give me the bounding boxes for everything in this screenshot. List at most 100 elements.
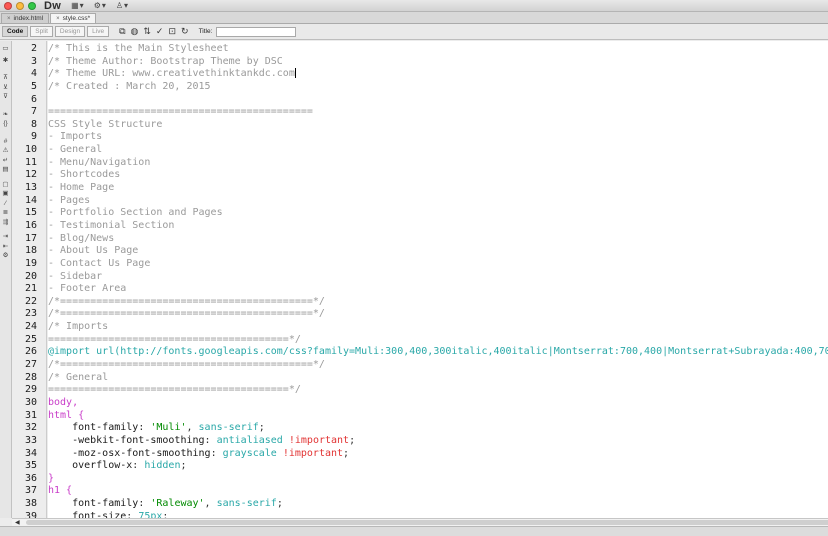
balance-braces-icon[interactable]: {} [0,120,11,128]
code-token: - Portfolio Section and Pages [48,207,223,219]
code-line[interactable]: - General [48,144,828,157]
open-documents-icon[interactable]: ▭ [0,45,11,53]
code-line[interactable]: @import url(http://fonts.googleapis.com/… [48,346,828,359]
coding-toolbar: ▭ ✱ ⊼ ⊻ ⊽ ❧ {} # ⚠ ↵ ▤ ▢ ▣ ⁄ ≣ ⇶ ⇥ ⇤ ⚙ [0,41,12,518]
code-token: ; [343,447,350,459]
close-icon[interactable]: × [7,16,11,22]
code-line[interactable]: /*======================================… [48,359,828,372]
settings-menu[interactable]: ⚙ ▾ [94,1,106,10]
code-line[interactable]: /* Created : March 20, 2015 [48,81,828,94]
code-line[interactable] [48,94,828,107]
code-line[interactable]: -webkit-font-smoothing: antialiased !imp… [48,435,828,448]
live-view-button[interactable]: Live [87,26,110,37]
word-wrap-icon[interactable]: ↵ [0,157,11,165]
code-line[interactable]: - Home Page [48,182,828,195]
code-line[interactable]: font-family: 'Muli', sans-serif; [48,422,828,435]
wrap-tag-icon[interactable]: ⁄ [0,200,11,208]
code-token: : [210,447,223,459]
syntax-error-icon[interactable]: ▤ [0,166,11,174]
code-line[interactable]: overflow-x: hidden; [48,460,828,473]
design-view-button[interactable]: Design [54,26,86,37]
code-line[interactable]: h1 { [48,485,828,498]
code-token: : [138,498,151,510]
code-line[interactable]: /* This is the Main Stylesheet [48,43,828,56]
scroll-thumb[interactable] [26,520,828,525]
code-line[interactable]: /*======================================… [48,308,828,321]
code-token: } [48,472,55,484]
code-token: - Home Page [48,182,115,194]
user-menu[interactable]: ♙ ▾ [116,1,128,10]
code-line[interactable]: - Blog/News [48,233,828,246]
multiscreen-icon[interactable]: ⧉ [119,26,125,37]
code-line[interactable]: - Testimonial Section [48,220,828,233]
minimize-window-button[interactable] [16,1,24,10]
code-line[interactable]: CSS Style Structure [48,119,828,132]
code-line[interactable]: /* Theme Author: Bootstrap Theme by DSC [48,56,828,69]
document-title-input[interactable] [216,26,297,37]
code-line[interactable]: - Imports [48,131,828,144]
code-line[interactable]: ========================================… [48,384,828,397]
expand-all-icon[interactable]: ⊽ [0,93,11,101]
code-line[interactable]: html { [48,410,828,423]
code-line[interactable]: font-family: 'Raleway', sans-serif; [48,498,828,511]
code-token: antialiased [216,434,283,446]
code-view-button[interactable]: Code [2,26,29,37]
refresh-icon[interactable]: ↻ [181,26,189,37]
recent-snippets-icon[interactable]: ≣ [0,209,11,217]
format-source-icon[interactable]: ⚙ [0,252,11,260]
collapse-tag-icon[interactable]: ⊼ [0,74,11,82]
file-management-icon[interactable]: ⇅ [143,26,151,37]
preview-browser-icon[interactable]: ◍ [131,26,139,37]
scroll-left-icon[interactable]: ◀ [15,519,20,526]
horizontal-scrollbar[interactable]: ◀ [12,518,828,526]
highlight-invalid-code-icon[interactable]: ⚠ [0,147,11,155]
outdent-code-icon[interactable]: ⇤ [0,243,11,251]
code-line[interactable]: /* General [48,372,828,385]
code-line[interactable]: - Portfolio Section and Pages [48,207,828,220]
code-line[interactable]: - About Us Page [48,245,828,258]
apply-comment-icon[interactable]: ▢ [0,181,11,189]
code-line[interactable]: -moz-osx-font-smoothing: grayscale !impo… [48,448,828,461]
code-line[interactable]: - Shortcodes [48,169,828,182]
show-code-navigator-icon[interactable]: ✱ [0,57,11,65]
code-token: ========================================… [48,333,301,345]
text-caret [294,68,296,79]
zoom-window-button[interactable] [28,1,36,10]
code-line[interactable]: body, [48,397,828,410]
line-number: 31 [24,409,37,421]
collapse-selection-icon[interactable]: ⊻ [0,84,11,92]
code-line[interactable]: ========================================… [48,334,828,347]
code-line[interactable]: - Footer Area [48,283,828,296]
code-line[interactable]: /*======================================… [48,296,828,309]
code-editor[interactable]: /* This is the Main Stylesheet/* Theme A… [48,41,828,518]
code-token: - Testimonial Section [48,219,175,231]
code-token: /*======================================… [48,359,325,371]
code-token: overflow-x [48,460,133,472]
chevron-down-icon: ▾ [124,1,129,10]
code-line[interactable]: - Contact Us Page [48,258,828,271]
tab-index-html[interactable]: × index.html [1,13,50,23]
code-line[interactable]: /* Imports [48,321,828,334]
tab-style-css[interactable]: × style.css* [50,13,97,23]
close-window-button[interactable] [4,1,12,10]
move-css-icon[interactable]: ⇶ [0,219,11,227]
code-line[interactable]: } [48,473,828,486]
close-icon[interactable]: × [56,16,60,22]
validate-icon[interactable]: ✓ [156,26,164,37]
code-token: sans-serif [198,422,259,434]
indent-code-icon[interactable]: ⇥ [0,233,11,241]
layout-menu[interactable]: ▦ ▾ [71,1,84,10]
code-line[interactable]: - Sidebar [48,271,828,284]
code-line[interactable]: - Menu/Navigation [48,157,828,170]
select-parent-tag-icon[interactable]: ❧ [0,111,11,119]
code-line[interactable]: ========================================… [48,106,828,119]
code-token: - Shortcodes [48,169,121,181]
code-token: - Blog/News [48,232,115,244]
split-view-button[interactable]: Split [30,26,53,37]
remove-comment-icon[interactable]: ▣ [0,190,11,198]
code-line[interactable]: - Pages [48,195,828,208]
visual-aids-icon[interactable]: ⊡ [168,26,176,37]
code-line[interactable]: font-size: 75px; [48,511,828,518]
line-numbers-icon[interactable]: # [0,138,11,146]
code-line[interactable]: /* Theme URL: www.creativethinktankdc.co… [48,68,828,81]
